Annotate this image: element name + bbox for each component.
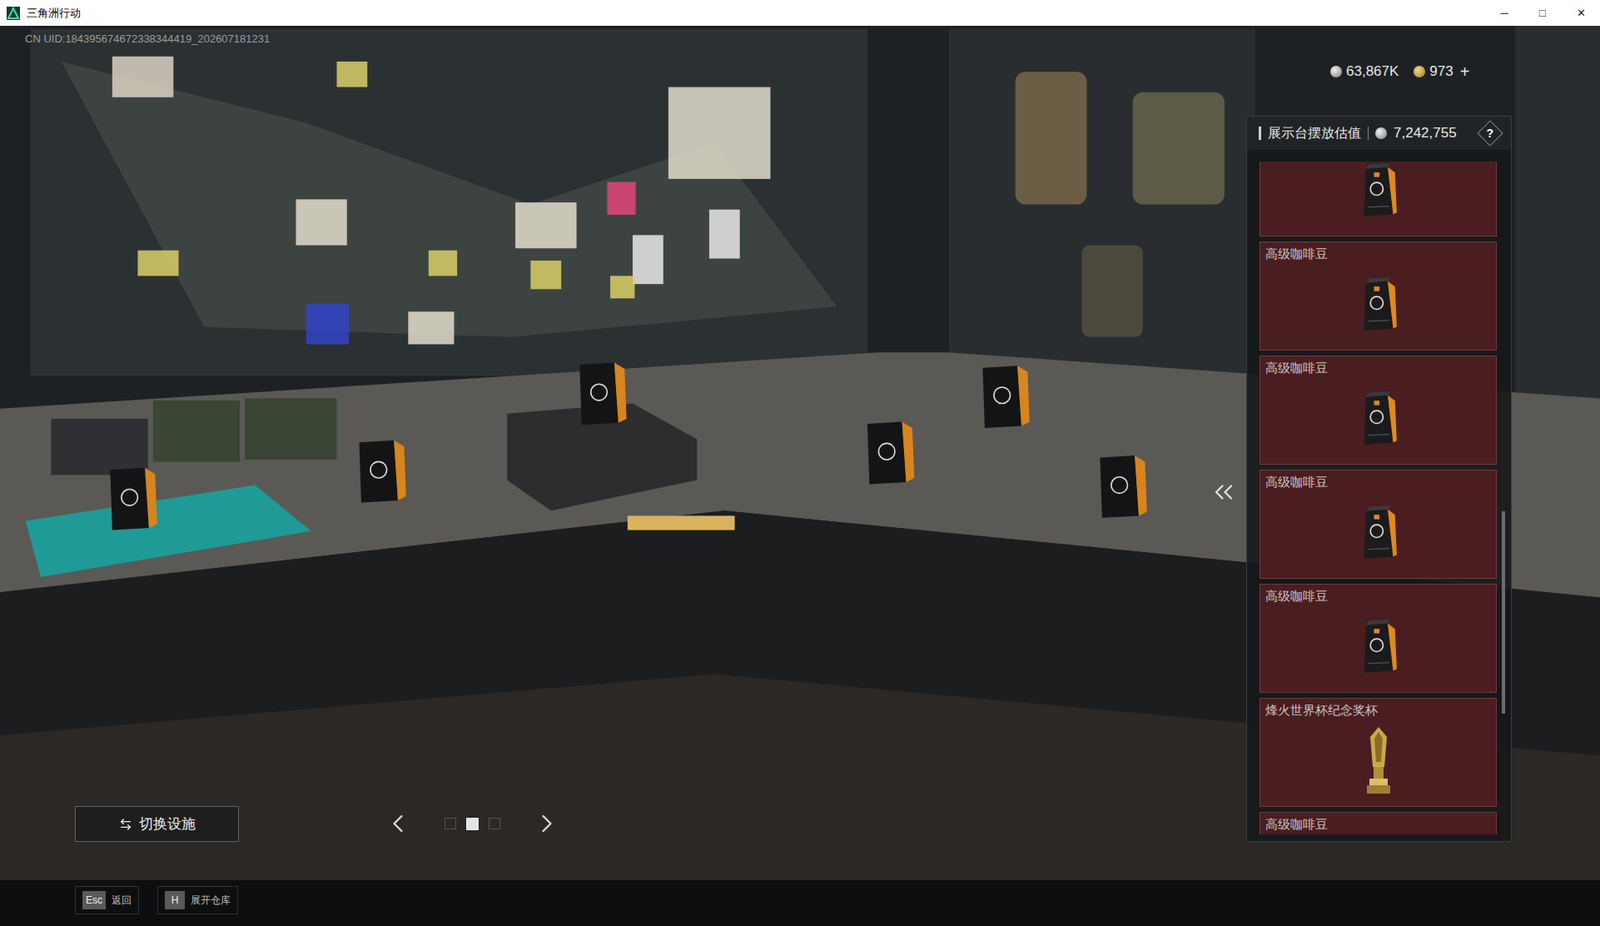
window-title: 三角洲行动: [26, 4, 81, 22]
key-hint[interactable]: H 展开仓库: [157, 885, 239, 915]
display-item-card[interactable]: 高级咖啡豆: [1259, 355, 1497, 465]
currency-item: 63,867K: [1330, 60, 1399, 83]
display-item-card[interactable]: 高级咖啡豆: [1259, 241, 1497, 351]
item-name: 高级咖啡豆: [1265, 473, 1491, 491]
switch-facility-button[interactable]: 切换设施: [74, 805, 239, 842]
chevron-right-icon: [531, 808, 562, 839]
key-label: 返回: [111, 892, 132, 908]
display-item-card[interactable]: 高级咖啡豆: [1259, 583, 1497, 693]
collapse-panel-button[interactable]: [1207, 475, 1241, 509]
title-bar: 三角洲行动 ─□✕: [0, 0, 1600, 26]
pager: [382, 808, 562, 839]
display-item-card[interactable]: 高级咖啡豆: [1259, 811, 1497, 835]
item-name: 高级咖啡豆: [1265, 359, 1491, 377]
window-control-button[interactable]: ─: [1485, 0, 1524, 26]
silver-coin-icon: [1375, 127, 1387, 140]
scrollbar-track[interactable]: [1501, 161, 1506, 835]
silver-coin-icon: [1330, 65, 1342, 78]
prev-page-button[interactable]: [382, 808, 413, 839]
item-name: 高级咖啡豆: [1265, 587, 1491, 605]
add-currency-button[interactable]: +: [1460, 59, 1471, 85]
app: 三角洲行动 ─□✕ CN UID:184395674672338344419_202…: [0, 0, 1600, 926]
display-item-card[interactable]: [1259, 161, 1497, 237]
display-item-card[interactable]: 高级咖啡豆: [1259, 469, 1497, 579]
currency-bar: 63,867K 973 +: [1330, 59, 1470, 85]
hint-bar: Esc 返回 H 展开仓库: [74, 885, 239, 915]
panel-header: 展示台摆放估值 7,242,755?: [1247, 116, 1511, 150]
page-dot[interactable]: [488, 817, 501, 830]
scrollbar-thumb[interactable]: [1501, 511, 1506, 713]
window-control-button[interactable]: ✕: [1561, 0, 1600, 26]
help-button[interactable]: ?: [1476, 119, 1503, 146]
item-list: 高级咖啡豆高级咖啡豆高级咖啡豆高级咖啡豆烽火世界杯纪念奖杯高级咖啡豆: [1247, 161, 1502, 835]
item-name: 烽火世界杯纪念奖杯: [1265, 701, 1491, 719]
trophy-icon: [1364, 725, 1393, 797]
game-logo-icon: [6, 6, 20, 20]
panel-title: 展示台摆放估值: [1267, 123, 1362, 144]
double-chevron-left-icon: [1208, 477, 1239, 507]
uid-label: CN UID:184395674672338344419_20260718123…: [24, 30, 270, 48]
game-view: CN UID:184395674672338344419_20260718123…: [0, 25, 1600, 926]
display-panel: 展示台摆放估值7,242,755?高级咖啡豆高级咖啡豆高级咖啡豆高级咖啡豆烽火世…: [1246, 115, 1512, 842]
chevron-left-icon: [382, 808, 413, 839]
coffee-bag-icon: [1360, 617, 1397, 676]
coffee-bag-icon: [1360, 503, 1397, 562]
item-name: 高级咖啡豆: [1265, 245, 1491, 263]
item-name: 高级咖啡豆: [1265, 815, 1491, 833]
next-page-button[interactable]: [531, 808, 562, 839]
page-dot[interactable]: [444, 817, 457, 830]
key-cap: Esc: [82, 890, 106, 910]
coffee-bag-icon: [1360, 161, 1397, 220]
coffee-bag-icon: [1360, 389, 1397, 448]
currency-item: 973: [1413, 60, 1453, 83]
coffee-bag-icon: [1360, 275, 1397, 334]
page-dot[interactable]: [466, 817, 479, 830]
key-label: 展开仓库: [190, 892, 231, 908]
panel-value: 7,242,755: [1393, 122, 1457, 145]
gold-coin-icon: [1413, 65, 1426, 78]
key-cap: H: [164, 890, 185, 910]
key-hint[interactable]: Esc 返回: [74, 885, 140, 915]
display-item-card[interactable]: 烽火世界杯纪念奖杯: [1259, 697, 1497, 807]
window-control-button[interactable]: □: [1523, 0, 1562, 26]
switch-icon: [119, 817, 133, 831]
